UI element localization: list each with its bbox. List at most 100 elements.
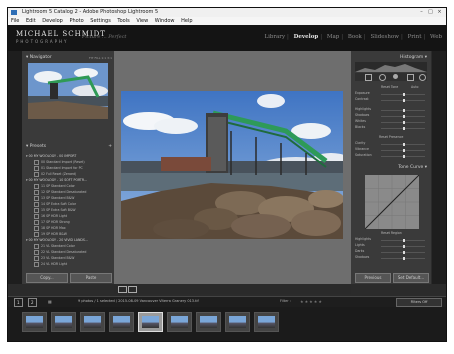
page-2-button[interactable]: 2: [28, 298, 37, 307]
spot-removal-icon[interactable]: [379, 74, 386, 81]
preset-item[interactable]: 24 VL HDR Light: [26, 261, 112, 267]
lightroom-window: Lightroom 5 Catalog 2 - Adobe Photoshop …: [7, 7, 447, 342]
slider-knob[interactable]: [403, 251, 405, 254]
tone-curve-graph[interactable]: [365, 175, 419, 229]
slider-knob[interactable]: [403, 155, 405, 158]
shadows-slider[interactable]: [381, 115, 425, 118]
module-develop[interactable]: Develop: [294, 34, 319, 40]
zoom-fill[interactable]: FILL: [94, 56, 100, 60]
radial-filter-icon[interactable]: [419, 74, 426, 81]
contrast-label: Contrast: [355, 97, 369, 101]
slider-knob[interactable]: [403, 239, 405, 242]
zoom-3-1[interactable]: 3:1: [107, 56, 112, 60]
navigator-preview[interactable]: [28, 63, 108, 119]
curve-darks-slider[interactable]: [381, 251, 425, 254]
slider-knob[interactable]: [403, 115, 405, 118]
menu-edit[interactable]: Edit: [26, 18, 36, 24]
curve-shadows-slider[interactable]: [381, 257, 425, 260]
triangle-down-icon: ▾: [26, 144, 29, 149]
reset-presence-label[interactable]: Reset Presence: [379, 135, 403, 140]
module-print[interactable]: Print: [408, 34, 422, 40]
filmstrip-thumb[interactable]: [196, 312, 221, 332]
module-slideshow[interactable]: Slideshow: [371, 34, 399, 40]
filmstrip-thumb[interactable]: [22, 312, 47, 332]
menu-tools[interactable]: Tools: [117, 18, 129, 24]
navigator-header[interactable]: ▾ Navigator FIT FILL 1:1 3:1: [26, 54, 112, 62]
filmstrip-thumb[interactable]: [254, 312, 279, 332]
histogram-header[interactable]: Histogram ▾: [355, 54, 427, 62]
slider-knob[interactable]: [403, 127, 405, 130]
menu-settings[interactable]: Settings: [90, 18, 111, 24]
main-photo[interactable]: [121, 91, 343, 239]
window-title: Lightroom 5 Catalog 2 - Adobe Photoshop …: [22, 9, 159, 15]
highlights-slider[interactable]: [381, 109, 425, 112]
triangle-down-icon: ▾: [424, 165, 427, 170]
before-after-icon[interactable]: [128, 286, 137, 293]
slider-knob[interactable]: [403, 121, 405, 124]
presets-title: Presets: [29, 144, 47, 149]
page-1-button[interactable]: 1: [14, 298, 23, 307]
module-book[interactable]: Book: [348, 34, 362, 40]
tone-curve-header[interactable]: Tone Curve ▾: [355, 164, 427, 172]
filmstrip-thumb[interactable]: [80, 312, 105, 332]
vibrance-label: Vibrance: [355, 147, 370, 151]
slider-knob[interactable]: [403, 109, 405, 112]
whites-slider[interactable]: [381, 121, 425, 124]
filter-label: Filter :: [280, 299, 291, 303]
slider-knob[interactable]: [403, 149, 405, 152]
previous-button[interactable]: Previous: [355, 273, 391, 283]
filmstrip-thumb[interactable]: [225, 312, 250, 332]
graduated-filter-icon[interactable]: [407, 74, 414, 81]
rating-filter-stars[interactable]: ★★★★★: [300, 298, 323, 305]
zoom-1-1[interactable]: 1:1: [101, 56, 106, 60]
add-preset-icon[interactable]: +: [108, 143, 112, 151]
menu-photo[interactable]: Photo: [69, 18, 83, 24]
close-button[interactable]: ×: [435, 9, 444, 16]
curve-lights-label: Lights: [355, 243, 365, 247]
module-map[interactable]: Map: [327, 34, 339, 40]
copy-button[interactable]: Copy...: [26, 273, 68, 283]
filmstrip-thumb[interactable]: [51, 312, 76, 332]
slider-knob[interactable]: [403, 143, 405, 146]
menu-file[interactable]: File: [11, 18, 19, 24]
filmstrip-thumb[interactable]: [109, 312, 134, 332]
vibrance-slider[interactable]: [381, 149, 425, 152]
crop-icon[interactable]: [365, 74, 372, 81]
module-library[interactable]: Library: [264, 34, 285, 40]
window-controls: – □ ×: [417, 9, 444, 16]
filmstrip-thumb-selected[interactable]: [138, 312, 163, 332]
menu-window[interactable]: Window: [155, 18, 175, 24]
exposure-slider[interactable]: [381, 93, 425, 96]
minimize-button[interactable]: –: [417, 9, 426, 16]
presets-header[interactable]: ▾ Presets +: [26, 143, 112, 151]
red-eye-icon[interactable]: [393, 74, 398, 79]
curve-lights-slider[interactable]: [381, 245, 425, 248]
zoom-fit[interactable]: FIT: [89, 56, 93, 60]
filters-off-select[interactable]: Filters Off: [396, 298, 442, 307]
auto-tone-button[interactable]: Auto: [411, 85, 418, 90]
saturation-slider[interactable]: [381, 155, 425, 158]
clarity-slider[interactable]: [381, 143, 425, 146]
menu-view[interactable]: View: [136, 18, 148, 24]
slider-knob[interactable]: [403, 257, 405, 260]
set-default-button[interactable]: Set Default...: [393, 273, 429, 283]
maximize-button[interactable]: □: [426, 9, 435, 16]
curve-darks-label: Darks: [355, 249, 365, 253]
menu-help[interactable]: Help: [181, 18, 192, 24]
image-viewer[interactable]: [114, 51, 351, 284]
loupe-view-icon[interactable]: [118, 286, 127, 293]
slider-knob[interactable]: [403, 99, 405, 102]
slider-knob[interactable]: [403, 93, 405, 96]
module-web[interactable]: Web: [430, 34, 442, 40]
reset-region-label[interactable]: Reset Region: [381, 231, 402, 236]
grid-icon[interactable]: ▦: [48, 298, 52, 305]
paste-button[interactable]: Paste: [70, 273, 112, 283]
menu-develop[interactable]: Develop: [42, 18, 63, 24]
exposure-label: Exposure: [355, 91, 370, 95]
blacks-slider[interactable]: [381, 127, 425, 130]
contrast-slider[interactable]: [381, 99, 425, 102]
curve-highlights-slider[interactable]: [381, 239, 425, 242]
slider-knob[interactable]: [403, 245, 405, 248]
reset-tone-label[interactable]: Reset Tone: [381, 85, 398, 90]
filmstrip-thumb[interactable]: [167, 312, 192, 332]
